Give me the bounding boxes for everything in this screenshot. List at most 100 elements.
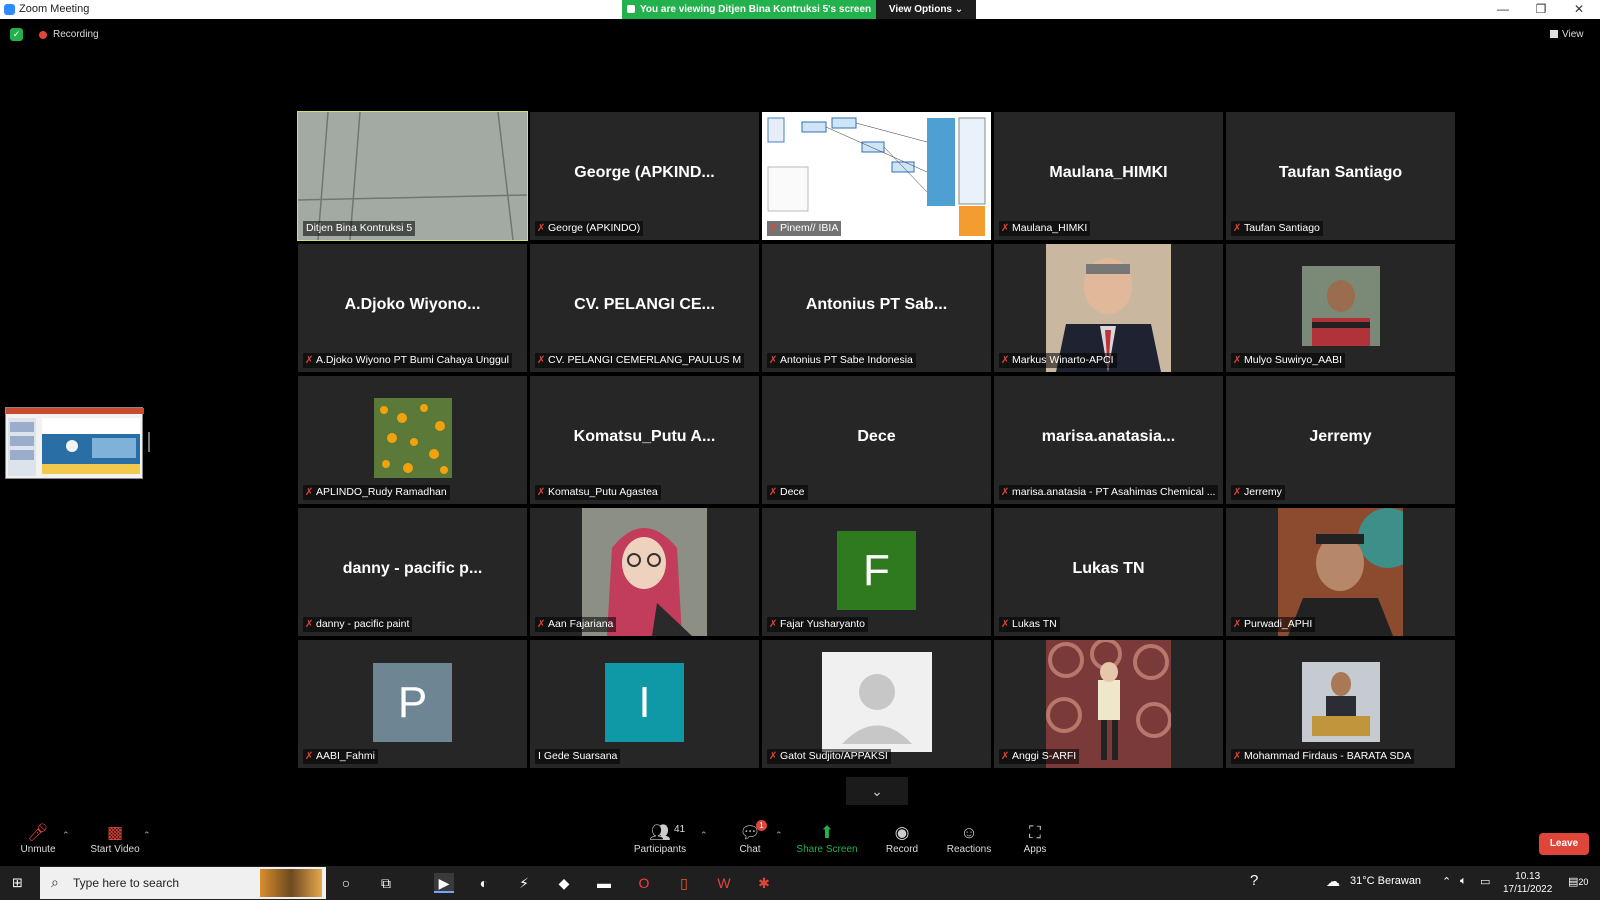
view-button[interactable]: View [1550, 29, 1584, 40]
participant-name-label: ✗ Jerremy [1231, 485, 1285, 500]
help-icon[interactable]: ? [1250, 872, 1258, 889]
share-indicator-icon [627, 5, 635, 13]
weather-text[interactable]: 31°C Berawan [1350, 875, 1421, 887]
network-icon[interactable]: ▭ [1480, 875, 1490, 888]
volume-icon[interactable]: 🔈︎ [1460, 875, 1467, 888]
wps-taskbar-icon[interactable]: W [714, 873, 734, 893]
participant-display-name: marisa.anatasia... [1041, 428, 1176, 445]
muted-mic-icon: ✗ [1233, 355, 1242, 366]
participant-gallery: Ditjen Bina Kontruksi 5 George (APKIND...… [297, 111, 1455, 772]
app-red-taskbar-icon[interactable]: ✱ [754, 873, 774, 893]
avatar-initial: I [605, 663, 684, 742]
close-button[interactable]: ✕ [1564, 0, 1594, 19]
notification-center-icon[interactable]: ▤20 [1568, 875, 1588, 888]
chat-caret-icon[interactable]: ⌃ [775, 830, 783, 841]
participant-name: Ditjen Bina Kontruksi 5 [306, 222, 413, 234]
participant-tile[interactable]: ✗ Mohammad Firdaus - BARATA SDA [1226, 640, 1455, 768]
participant-tile[interactable]: A.Djoko Wiyono... ✗ A.Djoko Wiyono PT Bumi… [298, 244, 527, 372]
share-screen-label: Share Screen [796, 844, 858, 855]
participant-display-name: CV. PELANGI CE... [574, 296, 715, 313]
muted-mic-icon: ✗ [537, 619, 546, 630]
participant-name-label: ✗ Fajar Yusharyanto [767, 617, 869, 632]
chat-button[interactable]: 💬︎ 1 Chat [730, 820, 770, 855]
participant-display-name: Komatsu_Putu A... [573, 428, 716, 445]
participant-tile[interactable]: I I Gede Suarsana [530, 640, 759, 768]
reactions-button[interactable]: ☺ Reactions [944, 822, 994, 855]
participant-tile[interactable]: marisa.anatasia... ✗ marisa.anatasia - PT … [994, 376, 1223, 504]
recording-label[interactable]: Recording [53, 29, 99, 40]
participant-tile[interactable]: danny - pacific p... ✗ danny - pacific pai… [298, 508, 527, 636]
participant-name-label: ✗ Aan Fajariana [535, 617, 617, 632]
taskbar-search-box[interactable]: ⌕ [40, 867, 326, 899]
cortana-icon[interactable]: ○ [336, 873, 356, 893]
task-view-icon[interactable]: ⧉ [376, 873, 396, 893]
participant-name: Gatot Sudjito/APPAKSI [780, 750, 888, 762]
dropbox-taskbar-icon[interactable]: ◆ [554, 873, 574, 893]
participant-tile[interactable]: ✗ Aan Fajariana [530, 508, 759, 636]
participant-tile[interactable]: George (APKIND... ✗ George (APKINDO) [530, 112, 759, 240]
participant-tile[interactable]: ✗ Anggi S-ARFI [994, 640, 1223, 768]
muted-mic-icon: ✗ [537, 487, 546, 498]
taskbar-search-input[interactable] [73, 874, 273, 892]
start-video-button[interactable]: ▩ Start Video [88, 822, 142, 855]
shared-screen-thumbnail[interactable] [5, 407, 144, 479]
restore-button[interactable]: ❐ [1526, 0, 1556, 19]
participant-tile[interactable]: Taufan Santiago ✗ Taufan Santiago [1226, 112, 1455, 240]
encryption-shield-icon[interactable]: ✓ [10, 28, 23, 41]
participant-tile[interactable]: P ✗ AABI_Fahmi [298, 640, 527, 768]
participant-tile[interactable]: ✗ Gatot Sudjito/APPAKSI [762, 640, 991, 768]
participant-tile[interactable]: Antonius PT Sab... ✗ Antonius PT Sabe Indo… [762, 244, 991, 372]
muted-mic-icon: ✗ [537, 355, 546, 366]
muted-mic-icon: ✗ [1233, 751, 1242, 762]
participant-tile[interactable]: ✗ Pinem// IBIA [762, 112, 991, 240]
edge-taskbar-icon[interactable]: ◐ [474, 873, 494, 893]
muted-mic-icon: ✗ [537, 223, 546, 234]
unmute-button[interactable]: 🎤︎ Unmute [18, 822, 58, 855]
leave-button[interactable]: Leave [1539, 833, 1589, 855]
participant-tile[interactable]: ✗ APLINDO_Rudy Ramadhan [298, 376, 527, 504]
windows-start-icon[interactable]: ⊞ [12, 875, 27, 890]
participant-tile[interactable]: F ✗ Fajar Yusharyanto [762, 508, 991, 636]
record-button[interactable]: ◉ Record [882, 822, 922, 855]
opera-taskbar-icon[interactable]: O [634, 873, 654, 893]
clock-date: 17/11/2022 [1503, 884, 1553, 895]
muted-mic-icon: ✗ [1001, 223, 1010, 234]
participant-tile[interactable]: Maulana_HIMKI ✗ Maulana_HIMKI [994, 112, 1223, 240]
participant-tile[interactable]: CV. PELANGI CE... ✗ CV. PELANGI CEMERLANG_… [530, 244, 759, 372]
participant-tile[interactable]: Ditjen Bina Kontruksi 5 [297, 111, 528, 241]
participant-name: Mulyo Suwiryo_AABI [1244, 354, 1343, 366]
participant-name-label: ✗ Taufan Santiago [1231, 221, 1323, 236]
system-clock[interactable]: 10.13 17/11/2022 [1503, 870, 1552, 896]
participant-tile[interactable]: ✗ Markus Winarto-APCI [994, 244, 1223, 372]
participant-tile[interactable]: Lukas TN ✗ Lukas TN [994, 508, 1223, 636]
app-taskbar-icon[interactable]: ⚡ [514, 873, 534, 893]
participant-tile[interactable]: ✗ Purwadi_APHI [1226, 508, 1455, 636]
share-screen-button[interactable]: ⬆ Share Screen [796, 822, 858, 855]
grid-icon [1550, 30, 1558, 38]
apps-button[interactable]: ⛶ Apps [1018, 822, 1052, 855]
window-title: Zoom Meeting [19, 3, 90, 15]
zoom-taskbar-icon[interactable]: ▶ [434, 873, 454, 893]
participant-tile[interactable]: ✗ Mulyo Suwiryo_AABI [1226, 244, 1455, 372]
participant-tile[interactable]: Dece ✗ Dece [762, 376, 991, 504]
scroll-down-chevron-icon[interactable]: ⌄ [846, 777, 908, 805]
participant-tile[interactable]: Komatsu_Putu A... ✗ Komatsu_Putu Agastea [530, 376, 759, 504]
participant-name: Anggi S-ARFI [1012, 750, 1077, 762]
record-label: Record [885, 844, 919, 855]
muted-mic-icon: ✗ [769, 355, 778, 366]
minimize-button[interactable]: — [1488, 0, 1518, 19]
view-options-button[interactable]: View Options ⌄ [876, 0, 976, 19]
participant-tile[interactable]: Jerremy ✗ Jerremy [1226, 376, 1455, 504]
tray-chevron-icon[interactable]: ⌃ [1442, 875, 1451, 888]
audio-options-caret-icon[interactable]: ⌃ [62, 830, 70, 841]
shared-slide-preview [6, 408, 144, 476]
participants-button[interactable]: 👥︎ 41 Participants [630, 822, 690, 855]
video-options-caret-icon[interactable]: ⌃ [143, 830, 151, 841]
participant-name-label: ✗ Maulana_HIMKI [999, 221, 1091, 236]
office-taskbar-icon[interactable]: ▯ [674, 873, 694, 893]
participant-name-label: ✗ Komatsu_Putu Agastea [535, 485, 661, 500]
participants-caret-icon[interactable]: ⌃ [700, 830, 708, 841]
participants-count: 41 [674, 824, 686, 835]
filmstrip-resize-handle[interactable] [148, 432, 150, 452]
file-explorer-taskbar-icon[interactable]: ▬ [594, 873, 614, 893]
